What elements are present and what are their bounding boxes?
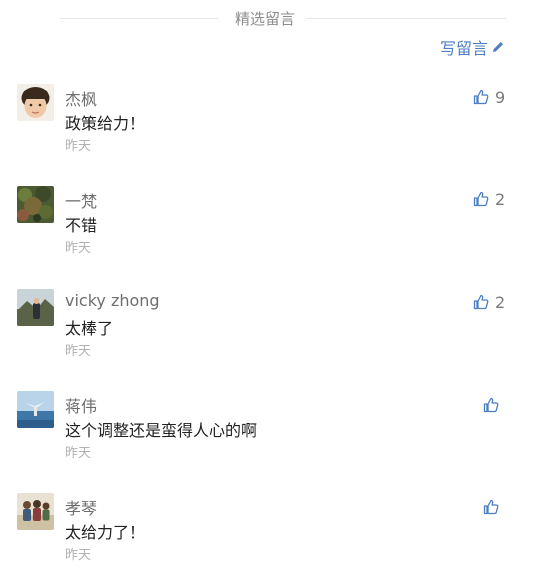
comment-item: vicky zhong 太棒了 昨天 2	[0, 289, 560, 379]
divider-left	[60, 18, 218, 19]
comment-time: 昨天	[65, 344, 92, 359]
write-comment-button[interactable]: 写留言	[440, 36, 505, 58]
commenter-name[interactable]: 蒋伟	[65, 393, 97, 417]
like-button[interactable]	[483, 395, 505, 415]
comment-item: 蒋伟 这个调整还是蛮得人心的啊 昨天	[0, 391, 560, 481]
comment-time: 昨天	[65, 548, 92, 563]
comment-text: 不错	[65, 216, 98, 235]
commenter-name[interactable]: 一梵	[65, 188, 97, 212]
thumbs-up-icon	[473, 89, 489, 105]
like-button[interactable]: 2	[473, 189, 505, 209]
thumbs-up-icon	[473, 294, 489, 310]
avatar[interactable]	[17, 289, 54, 326]
commenter-name[interactable]: 杰枫	[65, 86, 97, 110]
avatar[interactable]	[17, 84, 54, 121]
comment-text: 太棒了	[65, 319, 114, 338]
avatar-outdoor-photo-icon	[17, 289, 54, 326]
avatar-child-photo-icon	[17, 84, 54, 121]
comment-time: 昨天	[65, 241, 92, 256]
thumbs-up-icon	[483, 499, 499, 515]
thumbs-up-icon	[483, 397, 499, 413]
comment-time: 昨天	[65, 139, 92, 154]
like-button[interactable]: 2	[473, 292, 505, 312]
avatar[interactable]	[17, 391, 54, 428]
like-button[interactable]	[483, 497, 505, 517]
like-count: 2	[495, 292, 506, 312]
write-comment-label: 写留言	[440, 39, 489, 58]
commenter-name[interactable]: 孝琴	[65, 495, 97, 519]
avatar[interactable]	[17, 186, 54, 223]
comment-item: 孝琴 太给力了！ 昨天	[0, 493, 560, 583]
divider-right	[306, 18, 506, 19]
commenter-name[interactable]: vicky zhong	[65, 291, 160, 310]
section-header: 精选留言	[0, 4, 560, 32]
comment-item: 杰枫 政策给力！ 昨天 9	[0, 84, 560, 174]
like-count: 2	[495, 189, 506, 209]
like-count: 9	[495, 87, 506, 107]
avatar-sea-photo-icon	[17, 391, 54, 428]
section-title: 精选留言	[234, 10, 295, 28]
comment-item: 一梵 不错 昨天 2	[0, 186, 560, 276]
like-button[interactable]: 9	[473, 87, 505, 107]
thumbs-up-icon	[473, 191, 489, 207]
avatar[interactable]	[17, 493, 54, 530]
avatar-foliage-photo-icon	[17, 186, 54, 223]
avatar-group-photo-icon	[17, 493, 54, 530]
comment-text: 政策给力！	[65, 114, 146, 133]
comment-text: 这个调整还是蛮得人心的啊	[65, 421, 258, 440]
comment-text: 太给力了！	[65, 523, 146, 542]
comment-time: 昨天	[65, 446, 92, 461]
pencil-icon	[493, 42, 504, 52]
